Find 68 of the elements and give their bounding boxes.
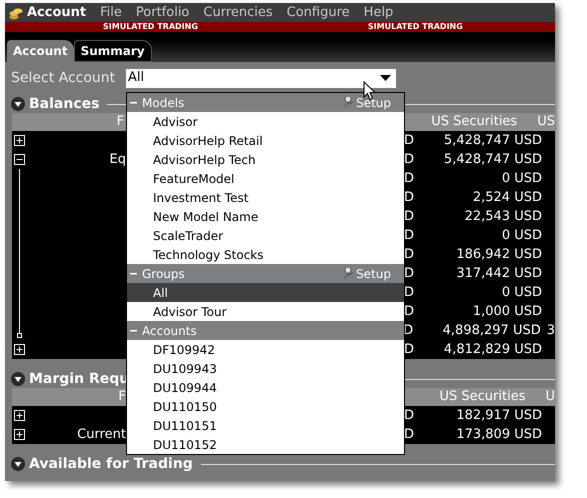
banner-text: SIMULATED TRADING: [368, 23, 463, 31]
collapse-icon[interactable]: [11, 457, 25, 471]
table-cell-text: D: [404, 264, 416, 283]
row-label: Eq: [110, 150, 126, 169]
table-cell-text: 1,000 USD: [472, 302, 542, 321]
account-select[interactable]: All: [126, 68, 396, 88]
group-title: Groups: [142, 266, 185, 282]
dropdown-arrow-icon: [380, 75, 391, 81]
table-cell-text: D: [404, 302, 416, 321]
banner-text: SIMULATED TRADING: [103, 23, 198, 31]
table-cell-text: 0 USD: [502, 170, 542, 188]
dropdown-item[interactable]: All: [127, 283, 404, 302]
menu-item[interactable]: Portfolio: [136, 6, 190, 19]
table-cell-text: D: [404, 226, 416, 245]
menu-item[interactable]: Currencies: [203, 6, 273, 19]
window-title: Account: [27, 4, 86, 22]
menu-item[interactable]: Help: [364, 6, 394, 19]
table-cell-text: 317,442 USD: [456, 264, 542, 283]
section-title: Balances: [29, 94, 100, 114]
section-title: Available for Trading: [29, 454, 193, 474]
wrench-icon: [343, 97, 354, 108]
column-header: US: [536, 113, 555, 132]
group-title: Accounts: [142, 322, 197, 340]
table-cell-text: 3: [546, 322, 555, 340]
table-cell-text: 182,917 USD: [456, 406, 542, 425]
table-cell-text: D: [404, 246, 416, 264]
table-cell-text: D: [404, 284, 416, 302]
table-cell-text: 186,942 USD: [456, 246, 542, 264]
table-cell-text: D: [404, 426, 416, 444]
table-cell-text: 22,543 USD: [464, 208, 542, 226]
table-cell-text: 173,809 USD: [456, 426, 542, 444]
column-header: US Securities: [431, 113, 518, 132]
select-account-label: Select Account: [11, 68, 116, 88]
expand-icon[interactable]: [14, 135, 25, 146]
collapse-icon[interactable]: [14, 154, 25, 165]
tab[interactable]: Summary: [74, 40, 152, 62]
coins-icon: [9, 6, 23, 20]
menu-item[interactable]: Configure: [286, 6, 350, 19]
expand-icon[interactable]: [14, 429, 25, 440]
table-cell-text: 0 USD: [502, 284, 542, 302]
row-label: Current: [77, 426, 126, 444]
setup-button[interactable]: Setup: [343, 94, 401, 112]
column-header: US Securities: [440, 388, 526, 406]
setup-button[interactable]: Setup: [343, 264, 401, 282]
table-cell-text: D: [404, 150, 416, 169]
column-header: U: [544, 388, 555, 406]
expand-icon[interactable]: [14, 344, 25, 355]
table-cell-text: 0 USD: [502, 226, 542, 245]
table-cell-text: 2,524 USD: [472, 188, 542, 207]
table-cell-text: D: [404, 170, 416, 188]
group-title: Models: [142, 94, 184, 112]
column-header: F: [116, 113, 124, 132]
table-cell-text: 5,428,747 USD: [444, 150, 542, 169]
table-cell-text: D: [404, 132, 416, 150]
wrench-icon: [343, 268, 354, 279]
tab[interactable]: Account: [7, 40, 74, 62]
table-cell-text: 4,898,297 USD: [442, 322, 541, 340]
collapse-icon[interactable]: [11, 372, 25, 386]
column-header: F: [118, 388, 126, 406]
table-cell-text: 5,428,747 USD: [444, 132, 542, 150]
table-cell-text: D: [404, 188, 416, 207]
table-cell-text: D: [404, 406, 416, 425]
table-cell-text: D: [404, 340, 416, 359]
table-cell-text: 4,812,829 USD: [444, 340, 542, 359]
table-cell-text: D: [404, 208, 416, 226]
menu-item[interactable]: File: [100, 6, 122, 19]
expand-icon[interactable]: [14, 410, 25, 421]
collapse-icon[interactable]: [11, 97, 25, 111]
